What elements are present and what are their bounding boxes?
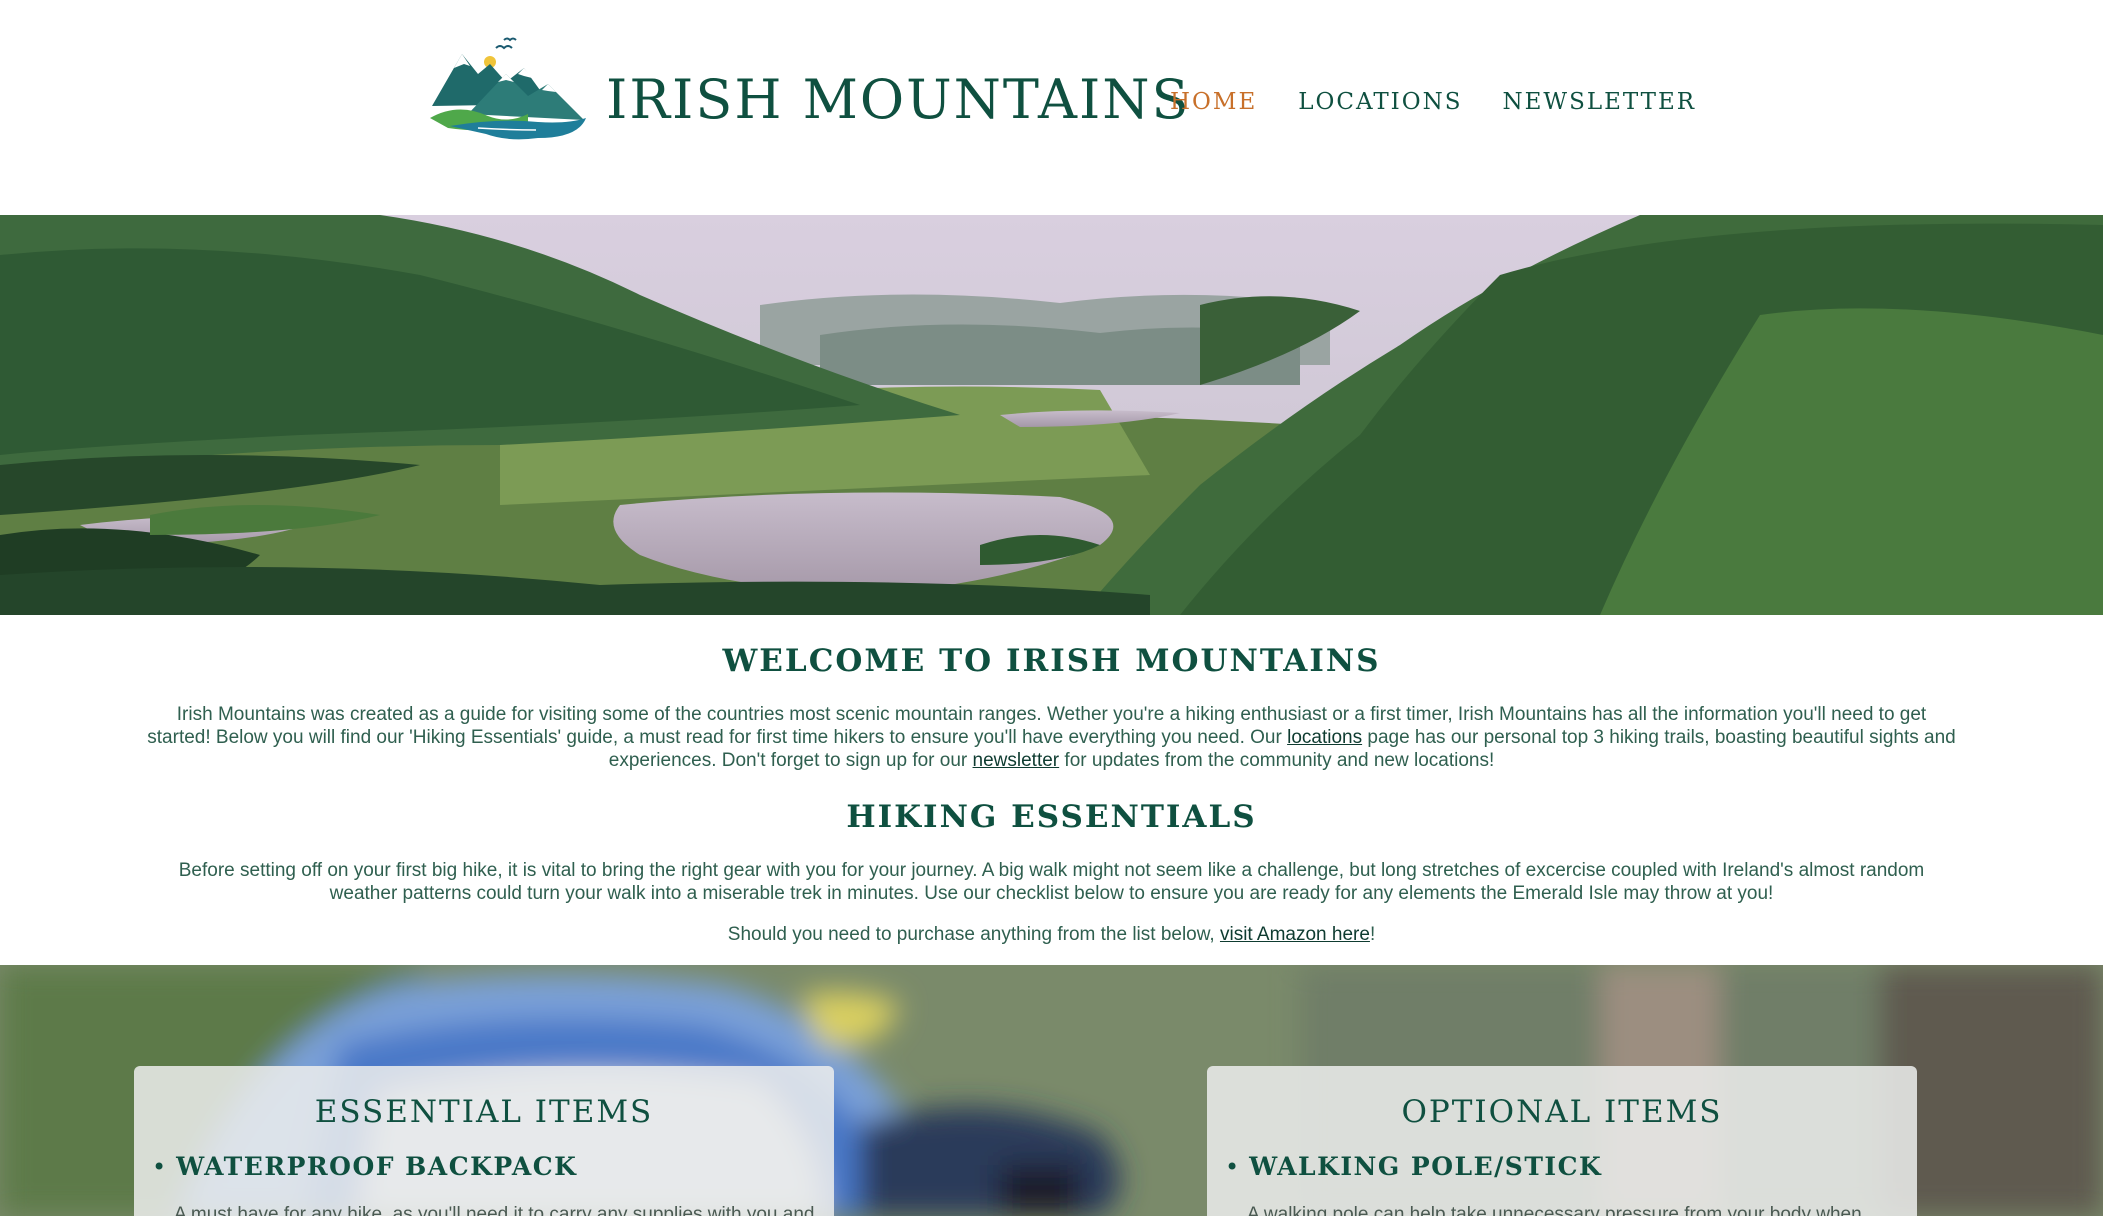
locations-link[interactable]: locations bbox=[1287, 727, 1362, 748]
bullet-icon: • bbox=[1225, 1152, 1240, 1181]
main-nav: HOME LOCATIONS NEWSLETTER bbox=[1170, 89, 1696, 115]
welcome-text-3: for updates from the community and new l… bbox=[1059, 750, 1495, 771]
bullet-icon: • bbox=[152, 1152, 167, 1181]
hero-landscape-image bbox=[0, 215, 2103, 615]
optional-item-title: WALKING POLE/STICK bbox=[1249, 1152, 1603, 1181]
essential-item-description: A must have for any hike, as you'll need… bbox=[174, 1204, 815, 1216]
welcome-paragraph: Irish Mountains was created as a guide f… bbox=[145, 703, 1958, 772]
nav-locations[interactable]: LOCATIONS bbox=[1298, 89, 1462, 115]
newsletter-link[interactable]: newsletter bbox=[973, 750, 1060, 771]
intro-section: WELCOME TO IRISH MOUNTAINS Irish Mountai… bbox=[0, 615, 2103, 965]
optional-items-card: OPTIONAL ITEMS • WALKING POLE/STICK A wa… bbox=[1207, 1066, 1917, 1216]
nav-home[interactable]: HOME bbox=[1170, 89, 1257, 115]
essential-item-title: WATERPROOF BACKPACK bbox=[176, 1152, 578, 1181]
optional-item-description: A walking pole can help take unnecessary… bbox=[1247, 1204, 1862, 1216]
welcome-heading: WELCOME TO IRISH MOUNTAINS bbox=[722, 643, 1381, 679]
amazon-paragraph: Should you need to purchase anything fro… bbox=[145, 923, 1958, 946]
hiking-paragraph: Before setting off on your first big hik… bbox=[178, 860, 1925, 904]
hero-banner bbox=[0, 215, 2103, 615]
items-section: ESSENTIAL ITEMS • WATERPROOF BACKPACK A … bbox=[0, 965, 2103, 1216]
site-header: IRISH MOUNTAINS HOME LOCATIONS NEWSLETTE… bbox=[0, 0, 2103, 215]
nav-newsletter[interactable]: NEWSLETTER bbox=[1503, 89, 1697, 115]
amazon-link[interactable]: visit Amazon here bbox=[1220, 924, 1370, 945]
essential-items-title: ESSENTIAL ITEMS bbox=[314, 1094, 654, 1130]
optional-items-title: OPTIONAL ITEMS bbox=[1401, 1094, 1723, 1130]
amazon-suffix: ! bbox=[1369, 924, 1376, 945]
amazon-prefix: Should you need to purchase anything fro… bbox=[727, 924, 1220, 945]
essential-items-card: ESSENTIAL ITEMS • WATERPROOF BACKPACK A … bbox=[134, 1066, 834, 1216]
site-title[interactable]: IRISH MOUNTAINS bbox=[606, 68, 1191, 131]
essential-item-row: • WATERPROOF BACKPACK bbox=[152, 1152, 577, 1181]
optional-item-row: • WALKING POLE/STICK bbox=[1225, 1152, 1602, 1181]
hiking-essentials-heading: HIKING ESSENTIALS bbox=[846, 799, 1257, 835]
mountain-lake-logo-icon[interactable] bbox=[428, 34, 590, 144]
